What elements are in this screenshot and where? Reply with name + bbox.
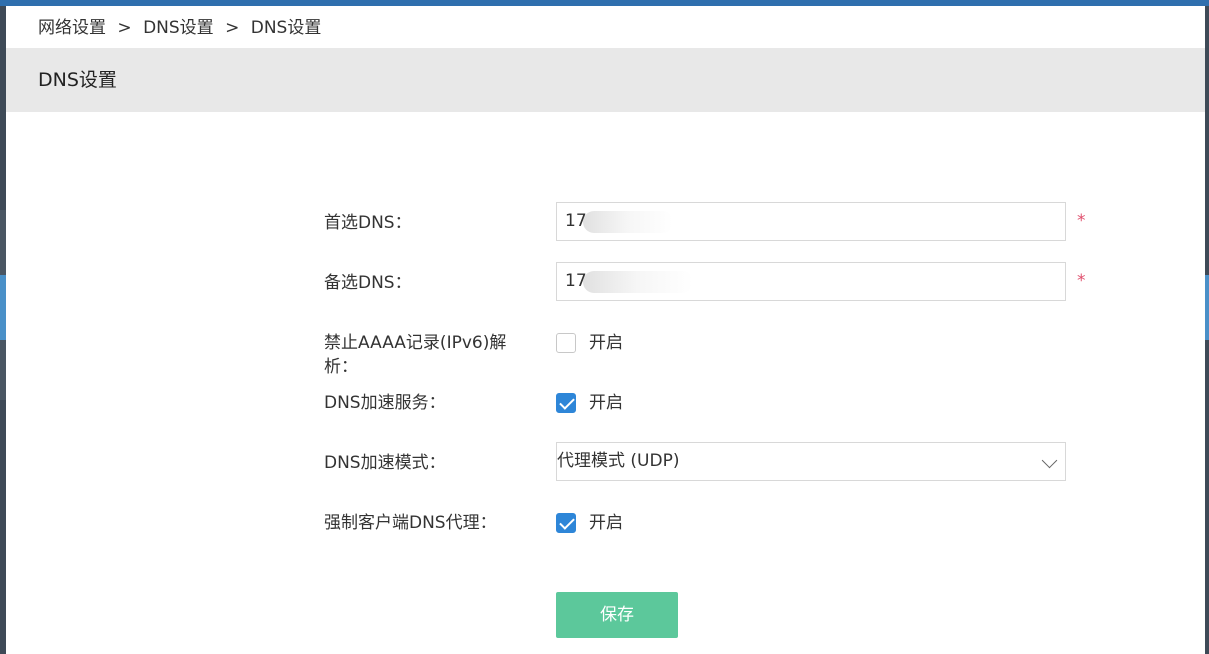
required-mark: * [1077,271,1086,291]
section-header: DNS设置 [6,48,1205,112]
breadcrumb-separator: > [117,18,132,38]
force-client-proxy-checkbox[interactable] [556,513,576,533]
block-aaaa-option-label[interactable]: 开启 [589,332,623,354]
dns-acceleration-option-label[interactable]: 开启 [589,392,623,414]
acceleration-mode-label: DNS加速模式： [324,453,446,473]
background-band-highlight [1205,275,1209,340]
page-title: DNS设置 [38,69,117,91]
block-aaaa-label: 禁止AAAA记录(IPv6)解析： [324,333,507,377]
primary-dns-label: 首选DNS： [324,213,412,233]
secondary-dns-label: 备选DNS： [324,273,412,293]
dns-acceleration-checkbox[interactable] [556,393,576,413]
breadcrumb-item-dns-settings[interactable]: DNS设置 [143,14,214,42]
primary-dns-input[interactable]: 17 [556,202,1066,241]
acceleration-mode-select[interactable]: 代理模式 (UDP) [556,442,1066,481]
breadcrumb: 网络设置 > DNS设置 > DNS设置 [38,14,321,42]
force-client-proxy-option-label[interactable]: 开启 [589,512,623,534]
breadcrumb-item-network-settings[interactable]: 网络设置 [38,14,106,42]
required-mark: * [1077,211,1086,231]
save-button[interactable]: 保存 [556,592,678,638]
breadcrumb-item-current: DNS设置 [250,18,322,38]
chevron-down-icon [1041,452,1058,469]
acceleration-mode-value: 代理模式 (UDP) [557,451,680,471]
block-aaaa-checkbox[interactable] [556,333,576,353]
redaction-blur [583,271,693,293]
content-panel: 网络设置 > DNS设置 > DNS设置 DNS设置 首选DNS： 17 * 备… [6,6,1205,654]
force-client-proxy-label: 强制客户端DNS代理： [324,513,497,533]
dns-acceleration-label: DNS加速服务： [324,393,446,413]
redaction-blur [583,211,673,233]
breadcrumb-separator: > [225,18,240,38]
secondary-dns-input[interactable]: 17 [556,262,1066,301]
